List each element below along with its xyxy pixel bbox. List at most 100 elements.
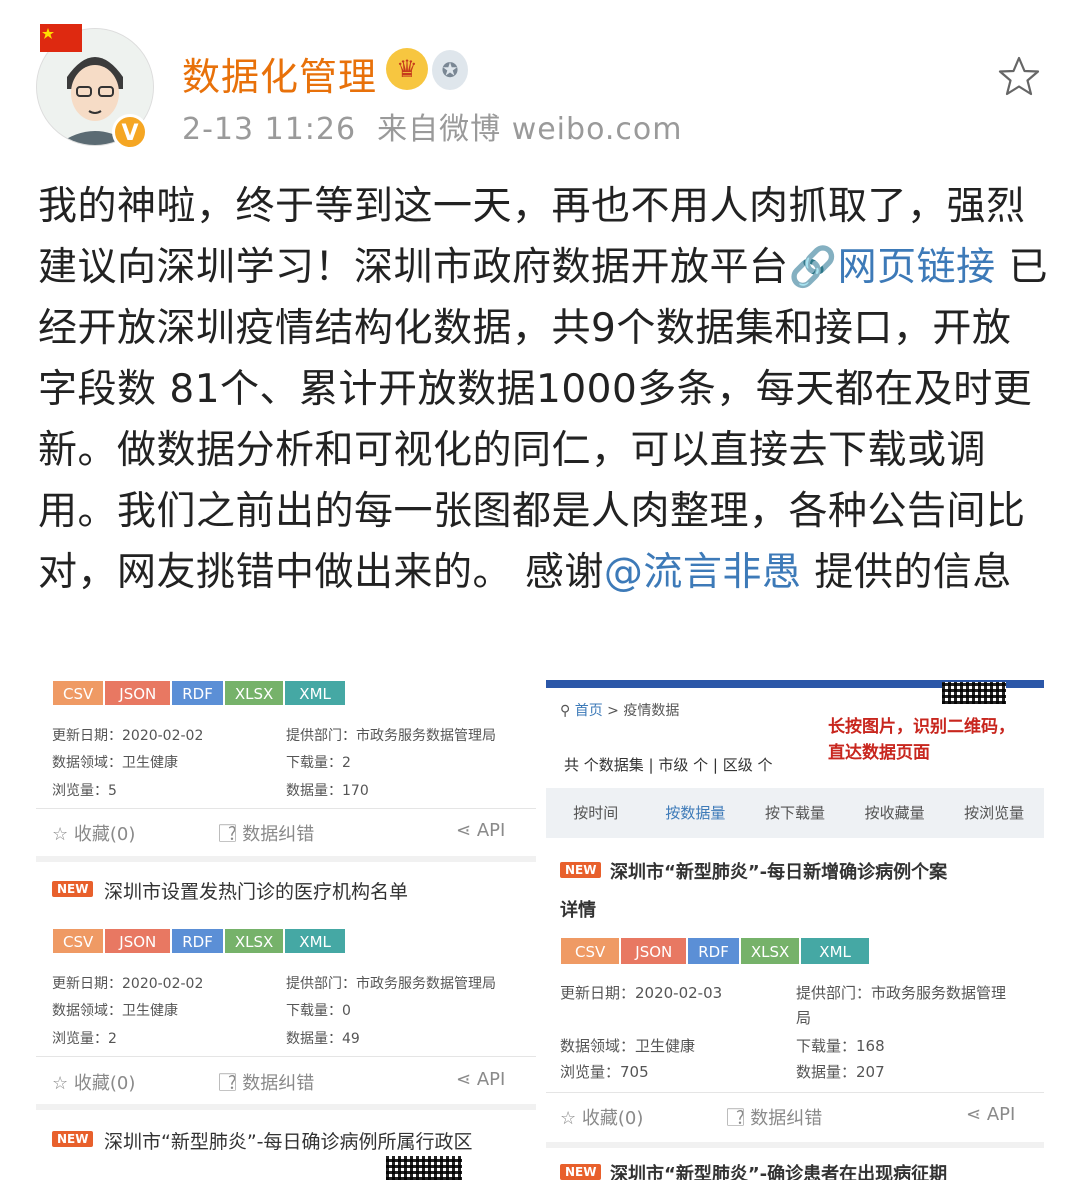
format-xml: XML <box>800 937 870 965</box>
report-action[interactable]: ?⃞ 数据纠错 <box>736 1104 822 1130</box>
new-badge: NEW <box>560 1164 602 1180</box>
card1-domain: 数据领域：卫生健康 <box>52 755 178 771</box>
format-csv: CSV <box>52 680 105 706</box>
card2-downloads: 下载量：0 <box>286 1003 351 1019</box>
left-screenshot-image[interactable]: CSV JSON RDF XLSX XML 更新日期：2020-02-02 提供… <box>36 668 536 1180</box>
tab-by-downloads[interactable]: 按下载量 <box>745 788 845 838</box>
card2-updated: 更新日期：2020-02-02 <box>52 976 204 992</box>
card2-title[interactable]: 深圳市“新型肺炎”-确诊患者在出现病征期 <box>610 1160 947 1180</box>
card1-views: 浏览量：5 <box>52 783 117 799</box>
dataset-counts: 共 个数据集 | 市级 个 | 区级 个 <box>564 756 773 774</box>
post-text-part2: 已经开放深圳疫情结构化数据，共9个数据集和接口，开放字段数 81个、累计开放数据… <box>38 245 1048 595</box>
post-meta: 2-13 11:26 来自微博 weibo.com <box>182 104 683 148</box>
api-label: API <box>476 820 506 841</box>
mention-link[interactable]: @流言非愚 <box>604 550 802 595</box>
format-rdf: RDF <box>171 680 224 706</box>
divider <box>546 1092 1044 1093</box>
report-label: 数据纠错 <box>242 1073 315 1094</box>
api-label: API <box>476 1069 506 1090</box>
post-time: 2-13 11:26 <box>182 112 357 147</box>
post-text-part3: 提供的信息 <box>801 550 1012 595</box>
fav-label: 收藏(0) <box>73 824 136 845</box>
card1-downloads: 下载量：168 <box>796 1037 885 1055</box>
card1-updated: 更新日期：2020-02-03 <box>560 984 723 1002</box>
format-xlsx: XLSX <box>223 680 285 706</box>
card1-dept: 提供部门：市政务服务数据管理局 <box>286 728 496 744</box>
fav-label: 收藏(0) <box>581 1108 644 1129</box>
format-json: JSON <box>104 928 172 954</box>
verified-badge: V <box>112 114 148 150</box>
qr-code <box>942 682 1006 704</box>
format-xlsx: XLSX <box>739 937 801 965</box>
api-action[interactable]: ⋖ API <box>456 1069 505 1090</box>
help-icon: ?⃞ <box>228 1073 237 1094</box>
format-csv: CSV <box>52 928 105 954</box>
divider <box>36 1056 536 1057</box>
link-icon: 🔗 <box>788 245 838 290</box>
card2-records: 数据量：49 <box>286 1031 360 1047</box>
tab-by-views[interactable]: 按浏览量 <box>944 788 1044 838</box>
divider <box>546 1142 1044 1148</box>
username[interactable]: 数据化管理 <box>182 46 377 101</box>
report-label: 数据纠错 <box>750 1108 823 1129</box>
card2-domain: 数据领域：卫生健康 <box>52 1003 178 1019</box>
china-flag-icon <box>40 24 82 52</box>
api-label: API <box>986 1104 1016 1125</box>
help-icon: ?⃞ <box>228 824 237 845</box>
breadcrumb-current: 疫情数据 <box>623 703 680 719</box>
fav-action[interactable]: ☆ 收藏(0) <box>52 1069 135 1095</box>
share-icon: ⋖ <box>456 1069 472 1090</box>
star-favorite-icon[interactable] <box>996 54 1042 100</box>
sort-tabs: 按时间 按数据量 按下载量 按收藏量 按浏览量 <box>546 788 1044 838</box>
medal-icon[interactable]: ✪ <box>432 50 468 90</box>
post-text: 我的神啦，终于等到这一天，再也不用人肉抓取了，强烈建议向深圳学习！深圳市政府数据… <box>38 176 1048 603</box>
new-badge: NEW <box>52 1131 94 1147</box>
format-tags: CSV JSON RDF XLSX XML <box>560 937 870 965</box>
card1-dept-cont: 局 <box>796 1009 812 1027</box>
card3-title[interactable]: 深圳市“新型肺炎”-每日确诊病例所属行政区 <box>104 1127 524 1157</box>
fav-label: 收藏(0) <box>73 1073 136 1094</box>
qr-note-line1: 长按图片，识别二维码， <box>828 717 1015 737</box>
card1-dept: 提供部门：市政务服务数据管理 <box>796 984 1007 1002</box>
help-icon: ?⃞ <box>736 1108 745 1129</box>
card1-views: 浏览量：705 <box>560 1063 649 1081</box>
tab-by-favorites[interactable]: 按收藏量 <box>845 788 945 838</box>
divider <box>36 808 536 809</box>
new-badge: NEW <box>560 862 602 878</box>
card1-title-line1[interactable]: 深圳市“新型肺炎”-每日新增确诊病例个案 <box>610 858 947 884</box>
report-action[interactable]: ?⃞ 数据纠错 <box>228 1069 314 1095</box>
card2-views: 浏览量：2 <box>52 1031 117 1047</box>
new-badge: NEW <box>52 881 94 897</box>
api-action[interactable]: ⋖ API <box>456 820 505 841</box>
web-link[interactable]: 🔗网页链接 <box>789 245 996 290</box>
format-rdf: RDF <box>171 928 224 954</box>
tab-by-records[interactable]: 按数据量 <box>646 788 746 838</box>
format-json: JSON <box>104 680 172 706</box>
breadcrumb-separator: > <box>607 703 619 719</box>
card2-dept: 提供部门：市政务服务数据管理局 <box>286 976 496 992</box>
qr-note-line2: 直达数据页面 <box>828 743 930 763</box>
post-source: 来自微博 weibo.com <box>377 112 683 147</box>
card1-domain: 数据领域：卫生健康 <box>560 1037 696 1055</box>
format-json: JSON <box>620 937 688 965</box>
divider <box>36 856 536 862</box>
breadcrumb-home[interactable]: 首页 <box>575 703 603 719</box>
share-icon: ⋖ <box>456 820 472 841</box>
tab-by-time[interactable]: 按时间 <box>546 788 646 838</box>
api-action[interactable]: ⋖ API <box>966 1104 1015 1125</box>
card2-title[interactable]: 深圳市设置发热门诊的医疗机构名单 <box>104 877 408 904</box>
qr-note: 长按图片，识别二维码， 直达数据页面 <box>828 714 1015 766</box>
web-link-label: 网页链接 <box>837 245 996 290</box>
crown-icon[interactable]: ♛ <box>386 48 428 90</box>
card1-updated: 更新日期：2020-02-02 <box>52 728 204 744</box>
format-csv: CSV <box>560 937 621 965</box>
format-xml: XML <box>284 928 346 954</box>
right-screenshot-image[interactable]: ⚲ 首页 > 疫情数据 长按图片，识别二维码， 直达数据页面 共 个数据集 | … <box>546 680 1044 1180</box>
format-tags: CSV JSON RDF XLSX XML <box>52 680 346 706</box>
report-label: 数据纠错 <box>242 824 315 845</box>
fav-action[interactable]: ☆ 收藏(0) <box>560 1104 643 1130</box>
card1-title-line2[interactable]: 详情 <box>560 896 596 922</box>
report-action[interactable]: ?⃞ 数据纠错 <box>228 820 314 846</box>
location-pin-icon: ⚲ <box>560 703 571 719</box>
fav-action[interactable]: ☆ 收藏(0) <box>52 820 135 846</box>
